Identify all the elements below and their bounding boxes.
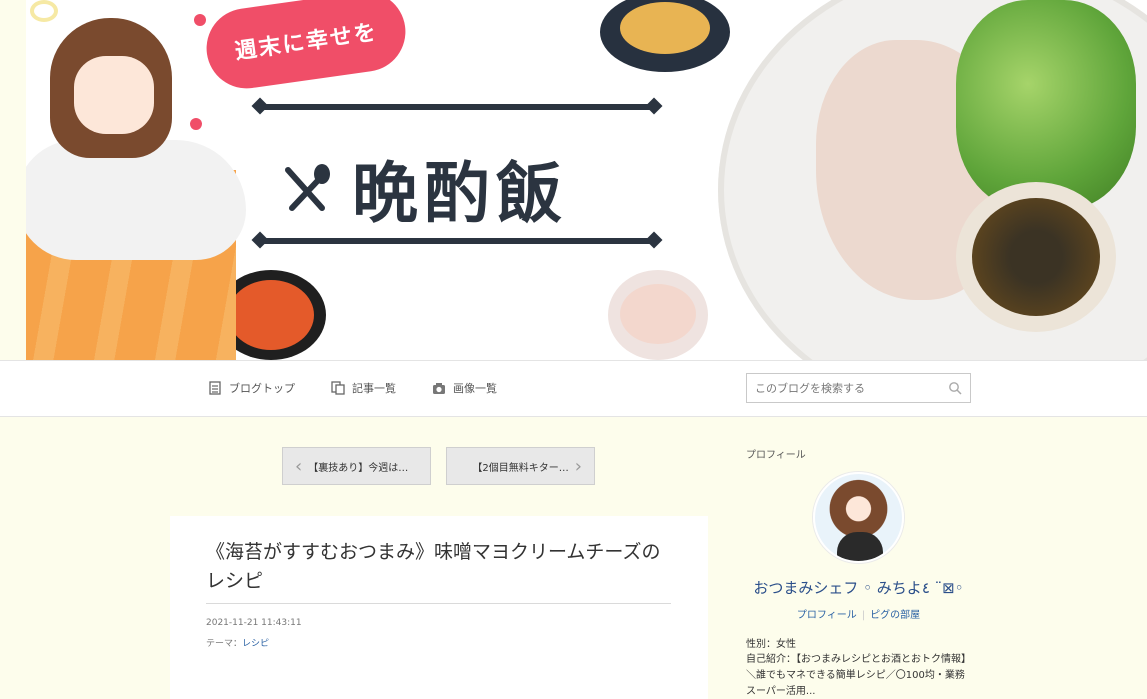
- profile-links: プロフィール | ピグの部屋: [746, 606, 971, 621]
- confetti-dot: [194, 14, 206, 26]
- header-banner[interactable]: 週末に幸せを 晩酌飯: [26, 0, 1147, 360]
- chevron-left-icon: ‹: [295, 455, 303, 477]
- prev-article-label: 【裏技あり】今週は…: [308, 462, 409, 474]
- article-title: 《海苔がすすむおつまみ》味噌マヨクリームチーズのレシピ: [206, 541, 661, 592]
- title-rule-bottom: [258, 238, 656, 244]
- profile-heading: プロフィール: [746, 450, 806, 461]
- search-box[interactable]: [746, 373, 971, 403]
- document-icon: [209, 381, 221, 395]
- avatar[interactable]: [813, 472, 904, 563]
- blog-title-text: 晩酌飯: [352, 155, 568, 232]
- confetti-dot: [190, 118, 202, 130]
- cheese-dish-photo: [608, 270, 708, 360]
- profile-gender: 性別：女性: [746, 639, 796, 650]
- egg-bowl-photo: [600, 0, 730, 72]
- nav-blog-top-label: ブログトップ: [229, 382, 295, 395]
- article-divider: [206, 603, 671, 604]
- girl-face-illustration: [74, 56, 154, 134]
- nav-article-list-label: 記事一覧: [352, 382, 396, 395]
- search-icon[interactable]: [948, 381, 962, 395]
- link-separator: |: [861, 610, 866, 621]
- chevron-right-icon: ›: [574, 455, 582, 477]
- confetti-ring: [30, 0, 58, 22]
- next-article-button[interactable]: 【2個目無料キター… ›: [446, 447, 595, 485]
- article-theme-prefix: テーマ：: [206, 639, 243, 649]
- article-theme: テーマ：レシピ: [206, 636, 269, 649]
- nav-image-list-label: 画像一覧: [453, 382, 497, 395]
- tagline-bubble: 週末に幸せを: [201, 0, 411, 94]
- nav-blog-top[interactable]: ブログトップ: [208, 380, 295, 396]
- profile-link[interactable]: プロフィール: [797, 610, 857, 621]
- tagline-text: 週末に幸せを: [233, 20, 380, 65]
- fork-spoon-icon: [285, 164, 330, 211]
- search-input[interactable]: [755, 381, 948, 395]
- nav-bar: ブログトップ 記事一覧 画像一覧: [0, 360, 1147, 417]
- title-rule-top: [258, 104, 656, 110]
- article-theme-link[interactable]: レシピ: [242, 639, 269, 649]
- profile-name[interactable]: おつまみシェフ ◦ みちよ٤ ¨⊠◦: [746, 577, 971, 598]
- greens-photo: [956, 0, 1136, 210]
- beer-foam-illustration: [26, 140, 246, 260]
- blog-title: 晩酌飯: [282, 140, 568, 236]
- article-date: 2021-11-21 11:43:11: [206, 618, 302, 628]
- nav-image-list[interactable]: 画像一覧: [432, 380, 497, 396]
- pig-room-link[interactable]: ピグの部屋: [870, 610, 920, 621]
- copy-icon: [331, 381, 345, 395]
- nav-article-list[interactable]: 記事一覧: [331, 380, 396, 396]
- camera-icon: [433, 383, 445, 394]
- sauce-photo: [972, 198, 1100, 316]
- profile-intro: 自己紹介：【おつまみレシピとお酒とおトク情報】＼誰でもマネできる簡単レシピ／〇1…: [746, 654, 971, 697]
- next-article-label: 【2個目無料キター…: [472, 462, 569, 474]
- article-card: 《海苔がすすむおつまみ》味噌マヨクリームチーズのレシピ 2021-11-21 1…: [170, 516, 708, 699]
- prev-article-button[interactable]: ‹ 【裏技あり】今週は…: [282, 447, 431, 485]
